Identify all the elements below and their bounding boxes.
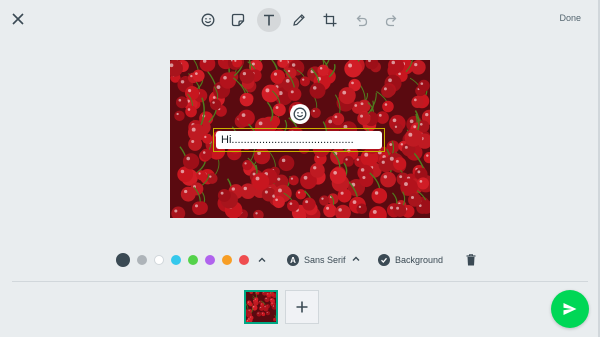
plus-icon (296, 301, 308, 313)
send-icon (563, 303, 577, 315)
color-swatch[interactable] (222, 255, 232, 265)
color-swatch[interactable] (205, 255, 215, 265)
undo-icon[interactable] (349, 8, 373, 32)
divider (12, 281, 588, 282)
add-media-button[interactable] (285, 290, 319, 324)
color-swatch[interactable] (116, 253, 130, 267)
color-swatch[interactable] (188, 255, 198, 265)
send-button[interactable] (551, 290, 589, 328)
color-swatch[interactable] (239, 255, 249, 265)
color-swatch[interactable] (154, 255, 164, 265)
cherries-thumbnail-image (246, 292, 276, 322)
emoji-sticker-icon[interactable] (290, 104, 310, 124)
color-swatch[interactable] (137, 255, 147, 265)
background-label: Background (395, 255, 444, 265)
color-palette (116, 252, 268, 268)
trash-icon[interactable] (465, 253, 477, 267)
font-icon: A (287, 254, 299, 266)
text-tool-icon[interactable] (257, 8, 281, 32)
check-circle-icon (378, 254, 390, 266)
emoji-tool-icon[interactable] (196, 8, 220, 32)
text-overlay-box[interactable]: Hi......................................… (213, 128, 385, 152)
editor-toolbar: Done (0, 0, 600, 40)
sticker-tool-icon[interactable] (226, 8, 250, 32)
pencil-tool-icon[interactable] (287, 8, 311, 32)
image-thumbnail[interactable] (244, 290, 278, 324)
background-toggle[interactable]: Background (378, 253, 443, 267)
text-overlay-input[interactable]: Hi......................................… (216, 131, 382, 149)
redo-icon[interactable] (380, 8, 404, 32)
chevron-up-icon[interactable] (256, 254, 268, 266)
close-icon[interactable] (9, 10, 27, 28)
chevron-up-icon (351, 254, 361, 266)
done-button[interactable]: Done (559, 13, 581, 23)
font-selector[interactable]: A Sans Serif (287, 253, 361, 267)
font-label: Sans Serif (304, 255, 346, 265)
color-swatch[interactable] (171, 255, 181, 265)
crop-tool-icon[interactable] (318, 8, 342, 32)
